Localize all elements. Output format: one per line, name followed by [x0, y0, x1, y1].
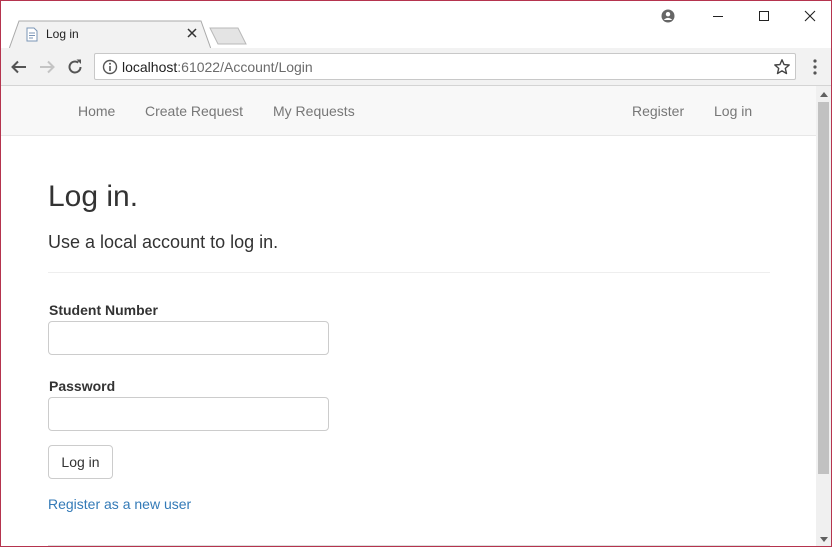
menu-dots-icon[interactable] — [807, 57, 823, 77]
profile-icon[interactable] — [661, 9, 675, 23]
address-bar[interactable]: localhost:61022/Account/Login — [94, 53, 796, 80]
url-host: localhost — [122, 59, 178, 75]
reload-icon — [68, 59, 82, 74]
close-tab-icon[interactable] — [185, 26, 199, 40]
url-path: :61022/Account/Login — [177, 59, 313, 75]
tab-title: Log in — [46, 27, 79, 41]
browser-window: Log in localhost:61022/Account/Login Hom… — [0, 0, 832, 547]
scroll-up-button[interactable] — [816, 86, 831, 102]
nav-register[interactable]: Register — [632, 103, 684, 119]
student-number-label: Student Number — [49, 302, 158, 318]
vertical-scrollbar[interactable] — [816, 86, 831, 546]
forward-button[interactable] — [37, 57, 57, 77]
back-button[interactable] — [9, 57, 29, 77]
nav-home[interactable]: Home — [78, 103, 115, 119]
new-tab-button[interactable] — [209, 27, 247, 45]
page-icon — [26, 27, 38, 42]
close-window-button[interactable] — [787, 1, 831, 31]
register-new-user-link[interactable]: Register as a new user — [48, 496, 191, 512]
close-icon — [804, 10, 816, 22]
bookmark-star-icon[interactable] — [773, 58, 791, 76]
arrow-right-icon — [40, 60, 55, 74]
info-icon[interactable] — [102, 59, 118, 75]
browser-toolbar: localhost:61022/Account/Login — [1, 48, 831, 86]
minimize-icon — [713, 16, 723, 17]
caret-up-icon — [819, 91, 828, 97]
arrow-left-icon — [11, 60, 26, 74]
title-bar: Log in — [1, 1, 831, 49]
password-input[interactable] — [48, 397, 329, 431]
scroll-thumb[interactable] — [818, 102, 829, 474]
site-navbar: Home Create Request My Requests Register… — [1, 86, 816, 136]
footer-divider — [48, 545, 770, 546]
divider — [48, 272, 770, 273]
nav-log-in[interactable]: Log in — [714, 103, 752, 119]
scroll-down-button[interactable] — [816, 531, 831, 546]
page-viewport: Home Create Request My Requests Register… — [1, 86, 816, 546]
caret-down-icon — [819, 536, 828, 542]
maximize-icon — [759, 11, 769, 21]
password-label: Password — [49, 378, 116, 394]
page-title: Log in. — [48, 180, 139, 213]
minimize-button[interactable] — [695, 1, 741, 31]
maximize-button[interactable] — [741, 1, 787, 31]
url-text: localhost:61022/Account/Login — [122, 59, 313, 75]
browser-tab[interactable]: Log in — [9, 20, 211, 49]
tab-shape — [9, 20, 211, 49]
reload-button[interactable] — [65, 57, 85, 77]
log-in-button[interactable]: Log in — [48, 445, 113, 479]
page-subtitle: Use a local account to log in. — [48, 232, 279, 252]
nav-create-request[interactable]: Create Request — [145, 103, 243, 119]
nav-my-requests[interactable]: My Requests — [273, 103, 355, 119]
student-number-input[interactable] — [48, 321, 329, 355]
